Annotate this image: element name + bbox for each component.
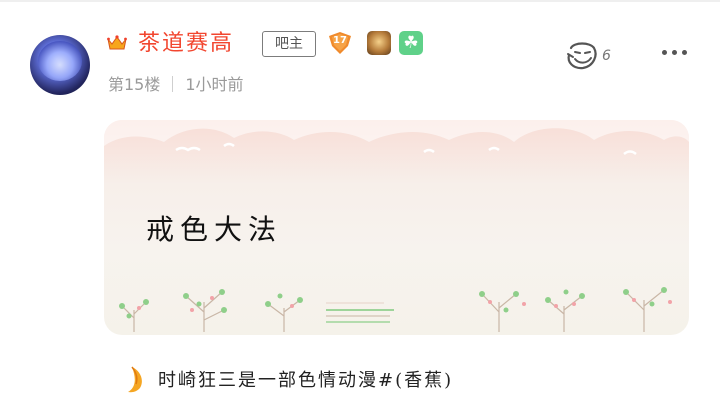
crown-icon xyxy=(107,35,127,50)
more-dots-icon[interactable] xyxy=(662,50,690,58)
post-time: 1小时前 xyxy=(185,75,244,94)
meta-divider xyxy=(172,76,174,92)
owner-badge: 吧主 xyxy=(262,31,316,57)
post-meta: 第15楼 1小时前 xyxy=(108,74,244,96)
username[interactable]: 茶道赛高 xyxy=(138,29,234,59)
like-face-icon[interactable] xyxy=(565,40,599,72)
post-image-card[interactable]: 戒色大法 xyxy=(104,120,689,335)
floor-number: 第15楼 xyxy=(108,75,161,94)
level-number: 17 xyxy=(333,35,347,46)
clover-icon: ☘ xyxy=(399,31,423,55)
banana-icon xyxy=(128,366,142,393)
like-count: 6 xyxy=(602,48,611,64)
medal-icon xyxy=(367,31,391,55)
avatar[interactable] xyxy=(30,35,90,95)
card-text: 戒色大法 xyxy=(146,213,283,246)
level-badge-icon: 17 xyxy=(327,31,353,55)
post-content-text: 时崎狂三是一部色情动漫#(香蕉) xyxy=(158,370,454,391)
top-divider xyxy=(0,0,720,2)
